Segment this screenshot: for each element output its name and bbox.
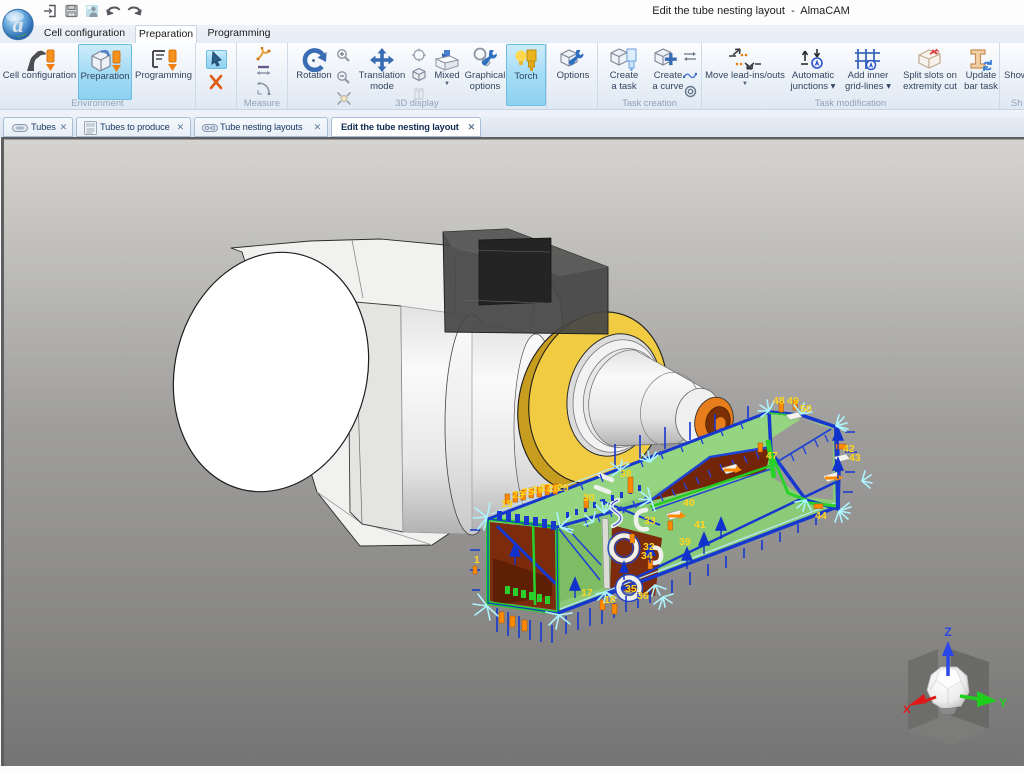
svg-text:Y: Y bbox=[999, 696, 1007, 710]
svg-text:34: 34 bbox=[641, 550, 653, 562]
svg-text:49: 49 bbox=[787, 395, 799, 407]
svg-text:48: 48 bbox=[773, 395, 785, 407]
svg-text:35: 35 bbox=[625, 583, 637, 595]
svg-text:38: 38 bbox=[620, 468, 632, 480]
svg-text:41: 41 bbox=[694, 519, 706, 531]
svg-text:X: X bbox=[903, 704, 911, 716]
svg-text:17: 17 bbox=[581, 587, 593, 599]
svg-text:18: 18 bbox=[604, 594, 616, 606]
svg-text:50: 50 bbox=[800, 403, 812, 415]
svg-text:33: 33 bbox=[644, 515, 656, 527]
svg-text:Z: Z bbox=[944, 625, 951, 639]
svg-text:a: a bbox=[13, 12, 24, 37]
svg-text:39: 39 bbox=[679, 536, 691, 548]
svg-text:30: 30 bbox=[583, 492, 595, 504]
svg-text:40: 40 bbox=[683, 497, 695, 509]
svg-text:1: 1 bbox=[474, 554, 480, 566]
svg-text:29: 29 bbox=[557, 482, 569, 494]
svg-text:44: 44 bbox=[815, 510, 827, 522]
svg-text:43: 43 bbox=[849, 452, 861, 464]
svg-text:47: 47 bbox=[766, 450, 778, 462]
svg-text:36: 36 bbox=[637, 590, 649, 602]
